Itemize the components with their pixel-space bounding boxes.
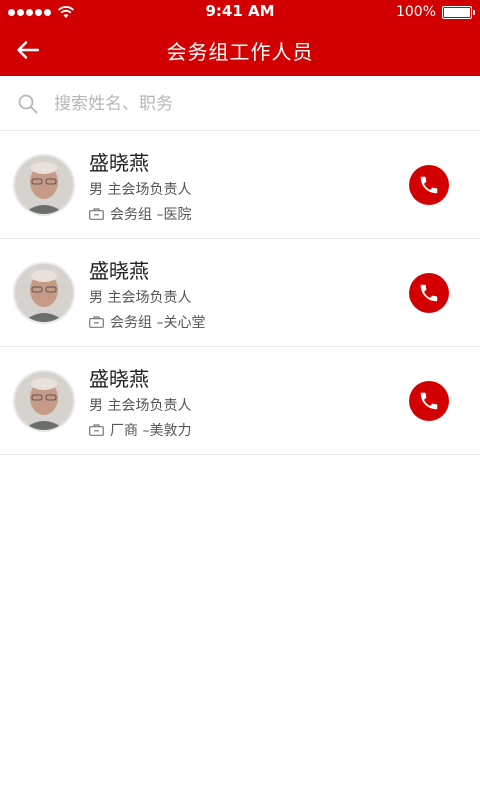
status-bar: 9:41 AM 100% <box>0 0 480 24</box>
search-input[interactable] <box>54 88 454 120</box>
page-title: 会务组工作人员 <box>166 40 314 64</box>
staff-org-text: 厂商 –美敦力 <box>110 423 192 439</box>
staff-org: 会务组 –医院 <box>89 204 191 224</box>
staff-org-text: 会务组 –医院 <box>110 207 192 223</box>
staff-role: 男 主会场负责人 <box>89 398 192 414</box>
avatar <box>13 370 75 432</box>
battery-area: 100% <box>395 0 475 24</box>
call-button[interactable] <box>409 165 449 205</box>
phone-icon <box>420 284 438 302</box>
briefcase-icon <box>89 424 104 436</box>
staff-org-text: 会务组 –关心堂 <box>110 315 206 331</box>
avatar <box>13 154 75 216</box>
battery-text: 100% <box>395 4 436 20</box>
staff-org: 会务组 –关心堂 <box>89 312 205 332</box>
phone-icon <box>420 392 438 410</box>
battery-icon <box>442 5 475 19</box>
battery-fill <box>444 7 470 17</box>
staff-list: 盛晓燕 男 主会场负责人 会务组 –医院 盛晓燕 男 主会场负责人 会务组 –关… <box>0 131 480 455</box>
staff-role: 男 主会场负责人 <box>89 182 192 198</box>
call-button[interactable] <box>409 273 449 313</box>
phone-icon <box>420 176 438 194</box>
staff-name: 盛晓燕 <box>89 151 149 175</box>
staff-name: 盛晓燕 <box>89 367 149 391</box>
briefcase-icon <box>89 208 104 220</box>
search-icon <box>18 94 38 114</box>
avatar <box>13 262 75 324</box>
staff-name: 盛晓燕 <box>89 259 149 283</box>
staff-row[interactable]: 盛晓燕 男 主会场负责人 厂商 –美敦力 <box>0 347 480 455</box>
call-button[interactable] <box>409 381 449 421</box>
staff-row[interactable]: 盛晓燕 男 主会场负责人 会务组 –关心堂 <box>0 239 480 347</box>
search-bar <box>0 76 480 131</box>
staff-org: 厂商 –美敦力 <box>89 420 191 440</box>
staff-role: 男 主会场负责人 <box>89 290 192 306</box>
staff-row[interactable]: 盛晓燕 男 主会场负责人 会务组 –医院 <box>0 131 480 239</box>
nav-bar: 会务组工作人员 <box>0 24 480 76</box>
briefcase-icon <box>89 316 104 328</box>
